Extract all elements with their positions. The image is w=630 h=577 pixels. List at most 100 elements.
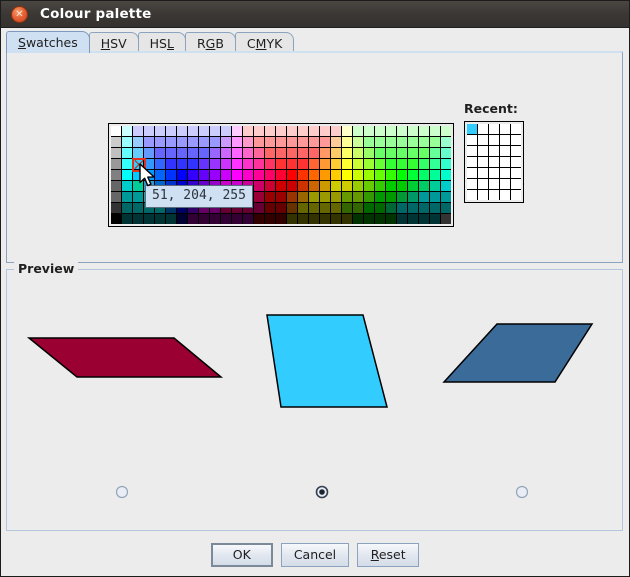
swatch-cell[interactable] <box>342 126 352 136</box>
swatch-cell[interactable] <box>144 159 154 169</box>
swatch-cell[interactable] <box>353 192 363 202</box>
swatch-cell[interactable] <box>155 126 165 136</box>
swatch-cell[interactable] <box>298 181 308 191</box>
swatch-cell[interactable] <box>309 170 319 180</box>
swatch-cell[interactable] <box>199 137 209 147</box>
swatch-cell[interactable] <box>309 214 319 224</box>
swatch-cell[interactable] <box>309 126 319 136</box>
recent-swatch-cell[interactable] <box>500 179 510 189</box>
swatch-cell[interactable] <box>287 148 297 158</box>
swatch-cell[interactable] <box>375 214 385 224</box>
swatch-cell[interactable] <box>243 137 253 147</box>
swatch-cell[interactable] <box>243 126 253 136</box>
recent-swatch-cell[interactable] <box>511 146 521 156</box>
swatch-cell[interactable] <box>166 137 176 147</box>
swatch-cell[interactable] <box>419 170 429 180</box>
swatch-cell[interactable] <box>122 137 132 147</box>
recent-swatch-cell[interactable] <box>489 124 499 134</box>
swatch-cell[interactable] <box>364 170 374 180</box>
swatch-cell[interactable] <box>342 214 352 224</box>
swatch-cell[interactable] <box>287 159 297 169</box>
swatch-cell[interactable] <box>419 126 429 136</box>
recent-swatch-cell[interactable] <box>500 146 510 156</box>
swatch-cell[interactable] <box>155 148 165 158</box>
swatch-cell[interactable] <box>364 181 374 191</box>
tab-swatches[interactable]: Swatches <box>6 31 90 53</box>
swatch-cell[interactable] <box>408 170 418 180</box>
swatch-cell[interactable] <box>111 192 121 202</box>
swatch-cell[interactable] <box>364 192 374 202</box>
swatch-grid[interactable] <box>111 126 451 224</box>
recent-swatch-cell[interactable] <box>511 190 521 200</box>
swatch-cell[interactable] <box>353 214 363 224</box>
swatch-cell[interactable] <box>375 203 385 213</box>
swatch-cell[interactable] <box>243 214 253 224</box>
swatch-cell[interactable] <box>331 192 341 202</box>
swatch-cell[interactable] <box>397 203 407 213</box>
recent-swatch-cell[interactable] <box>467 179 477 189</box>
swatch-cell[interactable] <box>375 148 385 158</box>
swatch-cell[interactable] <box>232 159 242 169</box>
swatch-cell[interactable] <box>364 203 374 213</box>
swatch-cell[interactable] <box>111 214 121 224</box>
swatch-cell[interactable] <box>408 214 418 224</box>
swatch-cell[interactable] <box>408 192 418 202</box>
swatch-cell[interactable] <box>309 137 319 147</box>
swatch-cell[interactable] <box>309 181 319 191</box>
swatch-cell[interactable] <box>441 170 451 180</box>
radio-right[interactable] <box>515 485 529 499</box>
swatch-cell[interactable] <box>133 181 143 191</box>
swatch-cell[interactable] <box>375 170 385 180</box>
swatch-cell[interactable] <box>122 192 132 202</box>
swatch-cell[interactable] <box>155 170 165 180</box>
swatch-cell[interactable] <box>188 148 198 158</box>
swatch-cell[interactable] <box>375 181 385 191</box>
swatch-cell[interactable] <box>265 170 275 180</box>
recent-swatch-cell[interactable] <box>478 179 488 189</box>
swatch-cell[interactable] <box>232 137 242 147</box>
swatch-cell[interactable] <box>331 181 341 191</box>
swatch-cell[interactable] <box>133 192 143 202</box>
swatch-cell[interactable] <box>166 214 176 224</box>
swatch-cell[interactable] <box>188 170 198 180</box>
swatch-cell[interactable] <box>375 126 385 136</box>
swatch-cell[interactable] <box>320 126 330 136</box>
swatch-cell[interactable] <box>276 203 286 213</box>
swatch-cell[interactable] <box>265 159 275 169</box>
swatch-cell[interactable] <box>331 203 341 213</box>
swatch-cell[interactable] <box>342 159 352 169</box>
swatch-cell[interactable] <box>408 137 418 147</box>
swatch-cell[interactable] <box>199 148 209 158</box>
swatch-cell[interactable] <box>188 137 198 147</box>
swatch-cell[interactable] <box>122 214 132 224</box>
swatch-cell[interactable] <box>298 148 308 158</box>
swatch-cell[interactable] <box>353 181 363 191</box>
swatch-cell[interactable] <box>243 170 253 180</box>
swatch-cell[interactable] <box>430 192 440 202</box>
recent-swatch-cell[interactable] <box>500 190 510 200</box>
swatch-cell[interactable] <box>232 126 242 136</box>
recent-swatch-cell[interactable] <box>489 179 499 189</box>
swatch-cell[interactable] <box>276 126 286 136</box>
swatch-cell[interactable] <box>375 192 385 202</box>
swatch-cell[interactable] <box>111 181 121 191</box>
swatch-cell[interactable] <box>430 203 440 213</box>
swatch-cell[interactable] <box>122 159 132 169</box>
swatch-cell[interactable] <box>353 126 363 136</box>
swatch-cell[interactable] <box>342 203 352 213</box>
swatch-cell[interactable] <box>177 159 187 169</box>
swatch-cell[interactable] <box>221 126 231 136</box>
swatch-cell[interactable] <box>210 159 220 169</box>
swatch-cell[interactable] <box>309 203 319 213</box>
swatch-cell[interactable] <box>133 214 143 224</box>
swatch-cell[interactable] <box>221 159 231 169</box>
swatch-cell[interactable] <box>419 203 429 213</box>
swatch-cell[interactable] <box>320 192 330 202</box>
swatch-cell[interactable] <box>397 159 407 169</box>
swatch-cell[interactable] <box>397 148 407 158</box>
swatch-cell[interactable] <box>111 148 121 158</box>
swatch-cell[interactable] <box>353 203 363 213</box>
swatch-cell[interactable] <box>386 159 396 169</box>
recent-swatch-cell[interactable] <box>511 135 521 145</box>
swatch-cell[interactable] <box>155 137 165 147</box>
